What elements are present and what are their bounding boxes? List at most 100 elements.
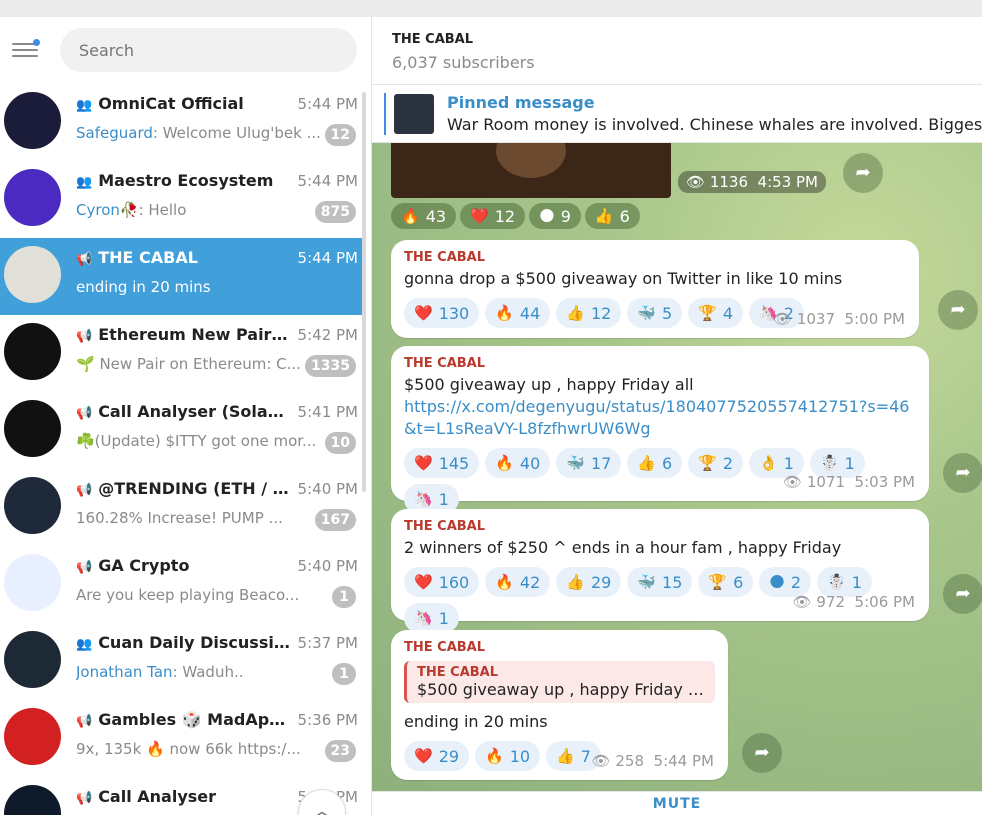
reaction-emoji: 👍 [637, 454, 657, 472]
reaction-chip[interactable]: 🐳 15 [627, 567, 693, 597]
reaction-count: 29 [590, 572, 612, 592]
reaction-emoji: 🔥 [495, 454, 514, 472]
chat-list-panel: 👥 OmniCat Official 5:44 PM Safeguard: Wel… [0, 17, 372, 815]
reaction-chip[interactable]: 🔥 43 [391, 203, 457, 229]
chat-item[interactable]: 📢 GA Crypto 5:40 PM Are you keep playing … [0, 546, 364, 623]
reaction-chip[interactable]: ❤️ 160 [404, 567, 480, 597]
reaction-chip[interactable]: 🌑 9 [529, 203, 581, 229]
chat-preview-text: Are you keep playing Beaco... [76, 586, 300, 604]
message-link[interactable]: https://x.com/degenyugu/status/180407752… [404, 396, 916, 440]
pinned-message-bar[interactable]: Pinned message War Room money is involve… [372, 85, 982, 143]
chat-preview: 🌱 New Pair on Ethereum: C... [76, 355, 326, 373]
message-feed[interactable]: 👁 1136 4:53 PM ➦ 🔥 43 ❤️ 12 🌑 9 👍 6 THE CABAL go… [372, 143, 982, 791]
chat-item[interactable]: 👥 Maestro Ecosystem 5:44 PM Cyron🥀: Hello… [0, 161, 364, 238]
forward-icon[interactable]: ➦ [938, 290, 978, 330]
unread-badge: 12 [324, 124, 356, 146]
chat-time: 5:42 PM [297, 326, 358, 344]
chat-item[interactable]: 📢 THE CABAL 5:44 PM ending in 20 mins [0, 238, 364, 315]
chat-name: 📢 THE CABAL [76, 248, 291, 267]
message-bubble[interactable]: THE CABAL $500 giveaway up , happy Friday… [391, 346, 929, 514]
reaction-chip[interactable]: 👍 6 [627, 448, 683, 478]
chat-time: 5:44 PM [297, 249, 358, 267]
reaction-count: 1 [438, 489, 449, 509]
reaction-emoji: 🔥 [485, 747, 504, 765]
search-input[interactable] [60, 28, 357, 72]
chat-name: 👥 Cuan Daily Discussion [76, 633, 291, 652]
chat-item[interactable]: 📢 Gambles 🎲 MadAp... 👾 5:36 PM 9x, 135k 🔥… [0, 700, 364, 777]
reaction-emoji: 🦄 [414, 490, 433, 508]
reaction-chip[interactable]: 🔥 44 [485, 298, 551, 328]
reaction-chip[interactable]: 👍 12 [556, 298, 622, 328]
unread-badge: 23 [324, 740, 356, 762]
view-count: 1037 [796, 310, 835, 328]
message-time: 5:44 PM [653, 752, 714, 770]
forward-icon[interactable]: ➦ [943, 574, 982, 614]
forward-icon[interactable]: ➦ [943, 453, 982, 493]
reaction-chip[interactable]: 🐳 5 [627, 298, 683, 328]
chat-item[interactable]: 👥 OmniCat Official 5:44 PM Safeguard: Wel… [0, 84, 364, 161]
message-text: gonna drop a $500 giveaway on Twitter in… [404, 269, 843, 288]
chat-item[interactable]: 📢 Ethereum New Pairs - D... 5:42 PM 🌱 New… [0, 315, 364, 392]
top-message-image[interactable] [391, 143, 671, 198]
chat-list-scrollbar[interactable] [362, 92, 366, 492]
reaction-chip[interactable]: 🦄 1 [404, 603, 459, 633]
unread-badge: 875 [314, 201, 356, 223]
chat-name-text: THE CABAL [98, 248, 198, 267]
message-bubble[interactable]: THE CABAL 2 winners of $250 ^ ends in a h… [391, 509, 929, 633]
reaction-emoji: ☃️ [827, 573, 846, 591]
message-bubble[interactable]: THE CABAL gonna drop a $500 giveaway on T… [391, 240, 919, 338]
reaction-count: 42 [519, 572, 541, 592]
reaction-emoji: 🔥 [401, 207, 420, 225]
chat-list-header [0, 17, 371, 84]
reaction-emoji: 🏆 [698, 454, 717, 472]
chat-name-text: Maestro Ecosystem [98, 171, 274, 190]
reaction-chip[interactable]: 🐳 17 [556, 448, 622, 478]
mute-button[interactable]: MUTE [372, 791, 982, 815]
reaction-chip[interactable]: 🔥 42 [485, 567, 551, 597]
chat-item[interactable]: 👥 Cuan Daily Discussion 5:37 PM Jonathan … [0, 623, 364, 700]
hamburger-menu-icon[interactable] [12, 39, 40, 59]
reaction-chip[interactable]: ❤️ 145 [404, 448, 480, 478]
chat-name-text: Call Analyser [98, 787, 217, 806]
message-bubble[interactable]: THE CABAL THE CABAL $500 giveaway up , hap… [391, 630, 728, 780]
message-author: THE CABAL [404, 356, 486, 371]
reaction-chip[interactable]: 👍 6 [584, 203, 640, 229]
unread-badge: 1 [332, 663, 356, 685]
reaction-chip[interactable]: 🏆 4 [688, 298, 744, 328]
chat-preview-text: : Hello [138, 201, 187, 219]
chat-name: 📢 Call Analyser (Solana O... [76, 402, 291, 421]
chat-time: 5:41 PM [297, 403, 358, 421]
reaction-chip[interactable]: 🏆 6 [698, 567, 754, 597]
chat-sender: Safeguard [76, 124, 153, 142]
reaction-emoji: ❤️ [414, 747, 433, 765]
chat-item[interactable]: 📢 @TRENDING (ETH / SOL) 5:40 PM 160.28% I… [0, 469, 364, 546]
chat-preview-text: 🌱 New Pair on Ethereum: C... [76, 355, 301, 373]
reaction-chip[interactable]: 👍 29 [556, 567, 622, 597]
forward-icon[interactable]: ➦ [843, 153, 883, 193]
chat-preview-text: ☘️(Update) $ITTY got one mor... [76, 432, 317, 450]
chat-item[interactable]: 📢 Call Analyser (Solana O... 5:41 PM ☘️(U… [0, 392, 364, 469]
reaction-chip[interactable]: 🏆 2 [688, 448, 744, 478]
message-time: 5:03 PM [854, 473, 915, 491]
unread-badge: 10 [324, 432, 356, 454]
channel-icon: 📢 [76, 329, 93, 344]
unread-badge: 1335 [305, 355, 356, 377]
chat-name-text: Gambles 🎲 MadAp... 👾 [98, 710, 291, 729]
reply-quote[interactable]: THE CABAL $500 giveaway up , happy Friday… [404, 661, 715, 703]
reaction-chip[interactable]: ❤️ 12 [460, 203, 526, 229]
chat-preview: ☘️(Update) $ITTY got one mor... [76, 432, 326, 450]
chat-avatar [4, 169, 61, 226]
chat-time: 5:44 PM [297, 95, 358, 113]
conversation-header[interactable]: THE CABAL 6,037 subscribers [372, 17, 982, 85]
reaction-chip[interactable]: 🔥 40 [485, 448, 551, 478]
reaction-chip[interactable]: ❤️ 130 [404, 298, 480, 328]
chat-preview-text: ending in 20 mins [76, 278, 211, 296]
pinned-text: War Room money is involved. Chinese whal… [447, 115, 982, 134]
reaction-count: 5 [662, 303, 673, 323]
forward-icon[interactable]: ➦ [742, 733, 782, 773]
chat-name-text: Call Analyser (Solana O... [98, 402, 291, 421]
reaction-chip[interactable]: 🔥 10 [475, 741, 541, 771]
reaction-chip[interactable]: ❤️ 29 [404, 741, 470, 771]
reaction-count: 15 [662, 572, 683, 592]
reaction-count: 9 [560, 206, 571, 226]
